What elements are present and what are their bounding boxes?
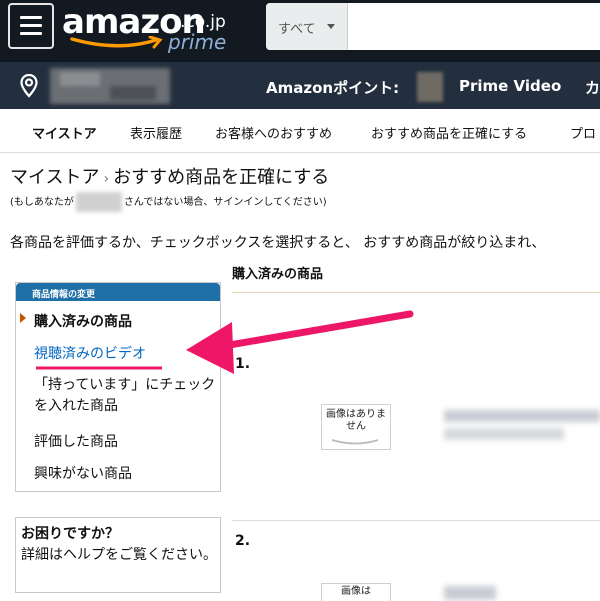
product-title-blurred bbox=[444, 428, 564, 440]
intro-text: 各商品を評価するか、チェックボックスを選択すると、 おすすめ商品が絞り込まれ、 bbox=[10, 235, 546, 251]
sidebar-item-not-interested[interactable]: 興味がない商品 bbox=[34, 463, 132, 483]
product-title-blurred bbox=[444, 586, 496, 600]
no-image-text: 画像はありません bbox=[326, 409, 386, 432]
store-tabs: マイストア 表示履歴 お客様へのおすすめ おすすめ商品を正確にする プロ bbox=[0, 109, 600, 153]
tab-history[interactable]: 表示履歴 bbox=[130, 123, 182, 142]
search-bar: すべて bbox=[266, 3, 600, 50]
help-body[interactable]: 詳細はヘルプをご覧ください。 bbox=[21, 545, 217, 566]
tab-my-store[interactable]: マイストア bbox=[32, 123, 97, 142]
search-department-label: すべて bbox=[278, 22, 316, 37]
no-image-placeholder[interactable]: 画像はありません bbox=[321, 404, 391, 450]
prime-video-link[interactable]: Prime Video bbox=[459, 77, 561, 95]
breadcrumb: マイストア › おすすめ商品を正確にする bbox=[10, 163, 329, 189]
divider bbox=[232, 292, 600, 293]
row-number: 1. bbox=[235, 356, 251, 372]
sidebar-item-owned[interactable]: 「持っています」にチェックを入れた商品 bbox=[34, 375, 220, 417]
list-heading: 購入済みの商品 bbox=[232, 267, 324, 282]
logo-prime: prime bbox=[168, 30, 227, 54]
logo-tld: .co.jp bbox=[180, 12, 226, 32]
delivery-address-blurred[interactable] bbox=[50, 68, 170, 104]
selected-marker-icon bbox=[20, 313, 26, 323]
search-department-select[interactable]: すべて bbox=[266, 3, 348, 50]
signin-note: (もしあなたが さんではない場合、サインインしてください) bbox=[10, 192, 327, 212]
help-box: お困りですか？ 詳細はヘルプをご覧ください。 bbox=[15, 517, 221, 593]
sidebar-edit-box: 商品情報の変更 購入済みの商品 視聴済みのビデオ 「持っています」にチェックを入… bbox=[15, 282, 221, 492]
tab-recommendations[interactable]: お客様へのおすすめ bbox=[215, 123, 332, 142]
sidebar-item-rated[interactable]: 評価した商品 bbox=[34, 431, 118, 451]
signin-note-after[interactable]: さんではない場合、サインインしてください) bbox=[124, 197, 327, 208]
no-image-placeholder[interactable]: 画像は bbox=[321, 583, 391, 601]
no-image-text: 画像は bbox=[341, 586, 371, 597]
amazon-prime-logo[interactable]: amazon .co.jp prime bbox=[62, 2, 242, 58]
hamburger-line-icon bbox=[20, 16, 42, 19]
sidebar-item-purchased[interactable]: 購入済みの商品 bbox=[34, 311, 132, 331]
points-value-blurred bbox=[417, 72, 443, 102]
help-title: お困りですか？ bbox=[21, 526, 119, 542]
breadcrumb-separator: › bbox=[103, 171, 110, 187]
breadcrumb-home-link[interactable]: マイストア bbox=[10, 167, 99, 188]
nav-link-truncated[interactable]: カ bbox=[585, 77, 600, 98]
tab-improve-recommendations[interactable]: おすすめ商品を正確にする bbox=[371, 123, 527, 142]
top-nav: amazon .co.jp prime すべて bbox=[0, 0, 600, 62]
sidebar-header: 商品情報の変更 bbox=[16, 283, 220, 301]
row-number: 2. bbox=[235, 533, 251, 549]
points-label[interactable]: Amazonポイント: bbox=[266, 77, 399, 98]
smile-arrow-icon bbox=[331, 439, 379, 445]
location-pin-icon[interactable] bbox=[20, 74, 38, 98]
search-input[interactable] bbox=[350, 3, 600, 50]
username-blurred bbox=[75, 192, 122, 212]
product-title-blurred bbox=[444, 410, 600, 422]
tab-profile-truncated[interactable]: プロ bbox=[570, 123, 596, 142]
sidebar-item-watched-videos[interactable]: 視聴済みのビデオ bbox=[34, 343, 146, 363]
hamburger-line-icon bbox=[20, 32, 42, 35]
caret-down-icon bbox=[327, 24, 335, 29]
signin-note-before: (もしあなたが bbox=[10, 197, 74, 208]
hamburger-menu-button[interactable] bbox=[8, 3, 54, 49]
hamburger-line-icon bbox=[20, 24, 42, 27]
breadcrumb-current: おすすめ商品を正確にする bbox=[113, 167, 330, 188]
divider bbox=[232, 520, 600, 521]
smile-arrow-icon bbox=[70, 36, 163, 49]
